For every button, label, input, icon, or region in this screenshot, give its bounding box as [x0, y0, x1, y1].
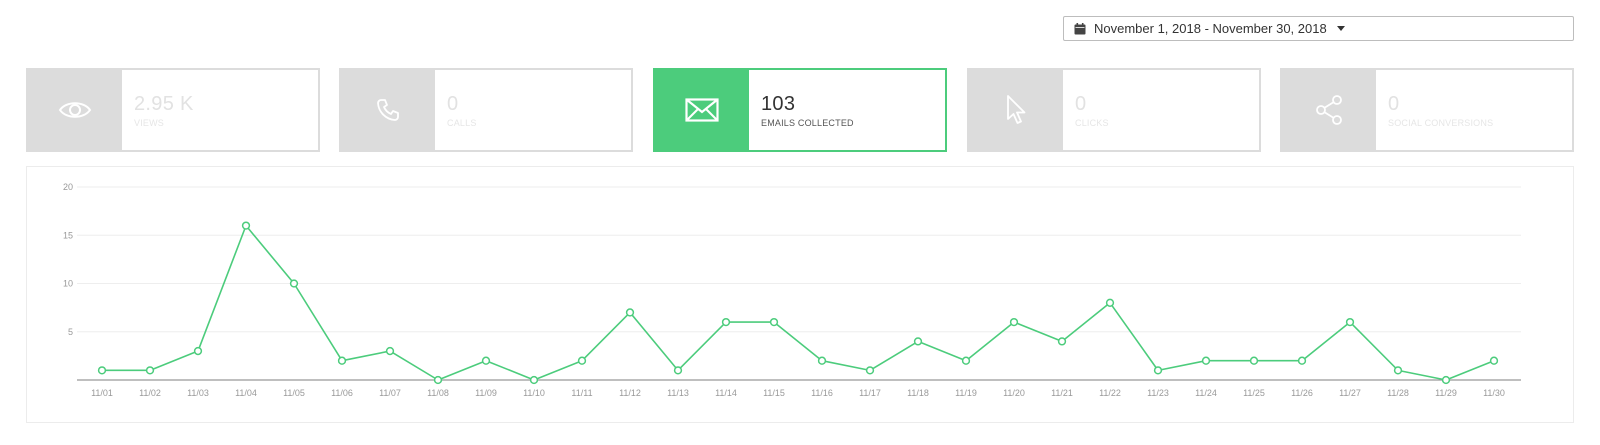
data-point[interactable] — [1201, 356, 1211, 365]
card-calls[interactable]: 0 CALLS — [339, 68, 633, 152]
card-views[interactable]: 2.95 K VIEWS — [26, 68, 320, 152]
x-tick-label: 11/30 — [1483, 388, 1505, 398]
data-point[interactable] — [1441, 375, 1451, 385]
emails-line-chart: 5 10 15 20 11/01 11/02 11/03 11/04 11/05 11/06 11/… — [63, 182, 1521, 398]
x-tick-label: 11/09 — [475, 388, 497, 398]
data-point[interactable] — [673, 366, 683, 375]
x-tick-label: 11/24 — [1195, 388, 1217, 398]
card-emails-icon-box — [655, 70, 749, 150]
x-tick-label: 11/18 — [907, 388, 929, 398]
data-point[interactable] — [337, 356, 347, 365]
x-tick-label: 11/02 — [139, 388, 161, 398]
data-point[interactable] — [1345, 317, 1355, 327]
date-range-picker[interactable]: November 1, 2018 - November 30, 2018 — [1063, 16, 1574, 41]
card-views-icon-box — [28, 70, 122, 150]
phone-icon — [377, 99, 399, 121]
data-point[interactable] — [817, 356, 827, 365]
data-point[interactable] — [1009, 317, 1019, 327]
data-point[interactable] — [721, 317, 731, 327]
data-point[interactable] — [145, 366, 155, 375]
card-views-label: VIEWS — [134, 118, 165, 128]
chart-panel: 5 10 15 20 11/01 11/02 11/03 11/04 11/05 11/06 11/… — [26, 166, 1574, 423]
eye-icon — [58, 102, 92, 118]
share-icon — [1316, 95, 1342, 125]
x-tick-label: 11/19 — [955, 388, 977, 398]
data-point[interactable] — [1249, 356, 1259, 365]
x-tick-label: 11/10 — [523, 388, 545, 398]
x-tick-label: 11/17 — [859, 388, 881, 398]
data-point[interactable] — [97, 366, 107, 375]
card-social-value: 0 — [1388, 93, 1400, 115]
cursor-icon — [1007, 95, 1026, 124]
data-point[interactable] — [241, 221, 251, 230]
data-point[interactable] — [913, 337, 923, 346]
data-point[interactable] — [289, 279, 299, 288]
x-tick-label: 11/22 — [1099, 388, 1121, 398]
data-point[interactable] — [529, 375, 539, 385]
x-tick-label: 11/05 — [283, 388, 305, 398]
card-clicks-icon-box — [969, 70, 1063, 150]
card-clicks-label: CLICKS — [1075, 118, 1109, 128]
data-point[interactable] — [385, 346, 395, 356]
x-tick-label: 11/03 — [187, 388, 209, 398]
x-tick-label: 11/23 — [1147, 388, 1169, 398]
data-point[interactable] — [1057, 337, 1067, 346]
chevron-down-icon — [1336, 26, 1345, 31]
calendar-icon — [1074, 22, 1086, 34]
y-tick-label: 15 — [63, 230, 73, 240]
card-calls-label: CALLS — [447, 118, 477, 128]
data-point[interactable] — [577, 356, 587, 365]
card-emails-value: 103 — [761, 93, 796, 115]
card-calls-icon-box — [341, 70, 435, 150]
data-point[interactable] — [1393, 366, 1403, 375]
card-social-label: SOCIAL CONVERSIONS — [1388, 118, 1494, 128]
x-tick-label: 11/12 — [619, 388, 641, 398]
card-clicks[interactable]: 0 CLICKS — [967, 68, 1261, 152]
x-tick-label: 11/29 — [1435, 388, 1457, 398]
x-tick-label: 11/28 — [1387, 388, 1409, 398]
data-point[interactable] — [1297, 356, 1307, 365]
x-tick-label: 11/16 — [811, 388, 833, 398]
card-calls-value: 0 — [447, 93, 459, 115]
x-tick-label: 11/14 — [715, 388, 737, 398]
data-point[interactable] — [481, 356, 491, 365]
card-emails-label: EMAILS COLLECTED — [761, 118, 854, 128]
y-tick-label: 5 — [68, 327, 73, 337]
x-tick-label: 11/20 — [1003, 388, 1025, 398]
card-views-value: 2.95 K — [134, 93, 194, 115]
x-tick-label: 11/26 — [1291, 388, 1313, 398]
metric-cards: 2.95 K VIEWS 0 CALLS 103 EMAILS COLLECTE… — [26, 68, 1574, 152]
x-tick-label: 11/11 — [571, 388, 592, 398]
x-tick-label: 11/07 — [379, 388, 401, 398]
x-tick-label: 11/08 — [427, 388, 449, 398]
data-point[interactable] — [961, 356, 971, 365]
x-tick-label: 11/04 — [235, 388, 257, 398]
x-tick-label: 11/13 — [667, 388, 689, 398]
data-point[interactable] — [865, 366, 875, 375]
data-point[interactable] — [1153, 366, 1163, 375]
card-emails[interactable]: 103 EMAILS COLLECTED — [653, 68, 947, 152]
x-tick-label: 11/27 — [1339, 388, 1361, 398]
data-point[interactable] — [193, 346, 203, 356]
data-point[interactable] — [1489, 356, 1499, 365]
x-tick-label: 11/06 — [331, 388, 353, 398]
data-point[interactable] — [769, 317, 779, 327]
x-tick-label: 11/01 — [91, 388, 113, 398]
data-point[interactable] — [1105, 298, 1115, 307]
data-point[interactable] — [625, 308, 635, 317]
date-range-label: November 1, 2018 - November 30, 2018 — [1094, 21, 1327, 36]
envelope-icon — [685, 98, 719, 122]
data-point[interactable] — [433, 375, 443, 385]
card-social[interactable]: 0 SOCIAL CONVERSIONS — [1280, 68, 1574, 152]
series-line — [102, 224, 1495, 381]
y-tick-label: 10 — [63, 279, 73, 289]
card-social-icon-box — [1282, 70, 1376, 150]
x-tick-label: 11/15 — [763, 388, 785, 398]
x-tick-label: 11/25 — [1243, 388, 1265, 398]
y-tick-label: 20 — [63, 182, 73, 192]
x-tick-label: 11/21 — [1051, 388, 1073, 398]
card-clicks-value: 0 — [1075, 93, 1087, 115]
